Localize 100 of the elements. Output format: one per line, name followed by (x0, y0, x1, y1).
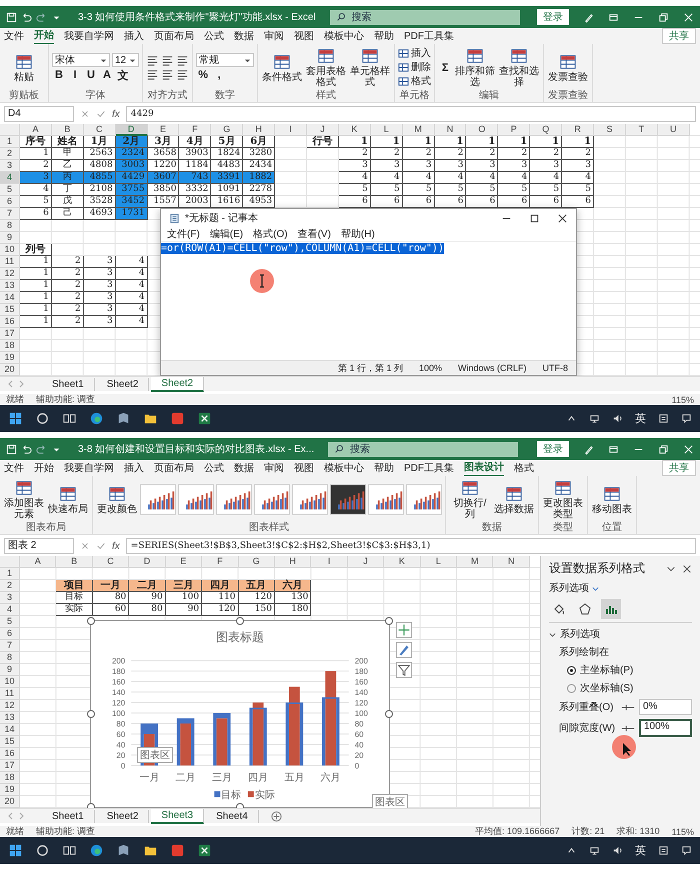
ribbon-tab[interactable]: PDF工具集 (404, 460, 454, 476)
text-align-icon[interactable] (146, 54, 160, 67)
spin-field[interactable]: 0% (639, 699, 692, 715)
column-header[interactable]: M (457, 556, 494, 568)
column-header[interactable]: G (211, 124, 244, 136)
restore-icon[interactable] (658, 444, 669, 454)
format-button[interactable]: U (84, 68, 98, 82)
ribbon-tab[interactable]: 我要自学网 (64, 460, 114, 476)
input-method-indicator[interactable]: 英 (635, 411, 646, 426)
format-button[interactable]: B (52, 68, 66, 82)
ribbon-tab[interactable]: 格式 (514, 460, 534, 476)
search-field[interactable]: 搜索 (330, 10, 520, 24)
notification-icon[interactable] (681, 845, 692, 856)
app-icon[interactable] (170, 411, 185, 426)
undo-icon[interactable] (21, 444, 32, 454)
row-header[interactable]: 16 (0, 748, 20, 760)
notification-icon[interactable] (681, 413, 692, 424)
column-header[interactable]: T (626, 124, 658, 136)
name-box[interactable]: D4 (4, 106, 74, 122)
ribbon-tab[interactable]: 模板中心 (324, 28, 364, 44)
column-header[interactable]: L (420, 556, 458, 568)
column-header[interactable]: E (148, 124, 180, 136)
network-icon[interactable] (589, 845, 600, 856)
ribbon-button[interactable]: 粘贴 (3, 52, 45, 82)
book-icon[interactable] (116, 843, 131, 858)
column-header[interactable]: J (348, 556, 384, 568)
ribbon-tab[interactable]: 文件 (4, 460, 24, 476)
browser-icon[interactable] (89, 411, 104, 426)
close-icon[interactable] (682, 564, 692, 574)
ribbon-tab[interactable]: 审阅 (264, 28, 284, 44)
formula-field[interactable]: =SERIES(Sheet3!$B$3,Sheet3!$C$2:$H$2,Sheet3!$C$3:$H$3,1) (126, 538, 696, 554)
row-header[interactable]: 9 (0, 664, 20, 676)
ribbon-tab[interactable]: 公式 (204, 460, 224, 476)
row-header[interactable]: 17 (0, 328, 20, 340)
login-button[interactable]: 登录 (537, 9, 569, 25)
zoom-level[interactable]: 115% (672, 394, 694, 404)
save-icon[interactable] (6, 12, 17, 22)
menu-item[interactable]: 文件(F) (167, 227, 200, 241)
row-header[interactable]: 8 (0, 652, 20, 664)
ribbon-button[interactable]: 单元格样式 (349, 47, 392, 88)
column-header[interactable]: H (274, 556, 312, 568)
ribbon-tab[interactable]: 视图 (294, 460, 314, 476)
resize-handle[interactable] (385, 710, 393, 718)
ribbon-tab[interactable]: 帮助 (374, 28, 394, 44)
row-header[interactable]: 14 (0, 292, 20, 304)
column-header[interactable]: N (434, 124, 466, 136)
windows-logo-icon[interactable] (8, 411, 23, 426)
ribbon-tab[interactable]: 文件 (4, 28, 24, 44)
spreadsheet-icon[interactable] (197, 411, 212, 426)
chart-style-thumbnail[interactable] (368, 484, 404, 515)
row-header[interactable]: 1 (0, 136, 20, 148)
browser-icon[interactable] (89, 843, 104, 858)
cancel-icon[interactable] (80, 541, 90, 551)
row-header[interactable]: 2 (0, 148, 20, 160)
column-header[interactable]: B (52, 124, 84, 136)
row-header[interactable]: 1 (0, 568, 20, 580)
ribbon-button[interactable]: 格式 (398, 75, 432, 88)
radio-button[interactable]: 次坐标轴(S) (549, 681, 634, 695)
column-header[interactable]: K (338, 124, 371, 136)
menu-item[interactable]: 帮助(H) (340, 227, 375, 241)
share-button[interactable]: 共享 (662, 28, 696, 44)
row-header[interactable]: 9 (0, 232, 20, 244)
ribbon-button[interactable]: 发票查验 (547, 52, 590, 82)
column-header[interactable]: E (166, 556, 202, 568)
row-header[interactable]: 6 (0, 628, 20, 640)
ribbon-tab[interactable]: 页面布局 (154, 460, 194, 476)
chart-style-thumbnail[interactable] (216, 484, 252, 515)
search-icon[interactable] (35, 843, 50, 858)
column-header[interactable]: F (179, 124, 212, 136)
text-align-icon[interactable] (146, 68, 160, 81)
column-header[interactable]: A (20, 124, 52, 136)
column-header[interactable]: O (466, 124, 498, 136)
zoom-level[interactable]: 115% (672, 826, 694, 836)
chart-style-thumbnail[interactable] (178, 484, 214, 515)
ribbon-button[interactable]: 查找和选择 (498, 47, 540, 88)
ribbon-tab[interactable]: 公式 (204, 28, 224, 44)
ribbon-tab[interactable]: PDF工具集 (404, 28, 454, 44)
share-button[interactable]: 共享 (662, 460, 696, 476)
insert-function-button[interactable]: fx (112, 540, 120, 552)
text-align-icon[interactable] (176, 54, 190, 67)
column-header[interactable]: D (129, 556, 166, 568)
pen-icon[interactable] (583, 444, 594, 454)
row-header[interactable]: 4 (0, 172, 20, 184)
resize-handle[interactable] (236, 617, 244, 625)
sheet-tab[interactable]: Sheet4 (206, 810, 259, 822)
windows-logo-icon[interactable] (8, 843, 23, 858)
ribbon-button[interactable]: 插入 (398, 47, 432, 60)
column-header[interactable]: P (498, 124, 530, 136)
sheet-tab[interactable]: Sheet3 (151, 808, 204, 824)
dropdown[interactable]: 12 (112, 53, 140, 67)
pen-icon[interactable] (583, 12, 594, 22)
column-header[interactable]: F (202, 556, 239, 568)
row-header[interactable]: 7 (0, 208, 20, 220)
chart-style-thumbnail[interactable] (140, 484, 176, 515)
ribbon-display-icon[interactable] (608, 444, 619, 454)
ribbon-tab[interactable]: 页面布局 (154, 28, 194, 44)
sheet-tab[interactable]: Sheet2 (96, 378, 150, 390)
row-header[interactable]: 15 (0, 736, 20, 748)
row-header[interactable]: 12 (0, 268, 20, 280)
ribbon-button[interactable]: 切换行/列 (449, 479, 491, 520)
